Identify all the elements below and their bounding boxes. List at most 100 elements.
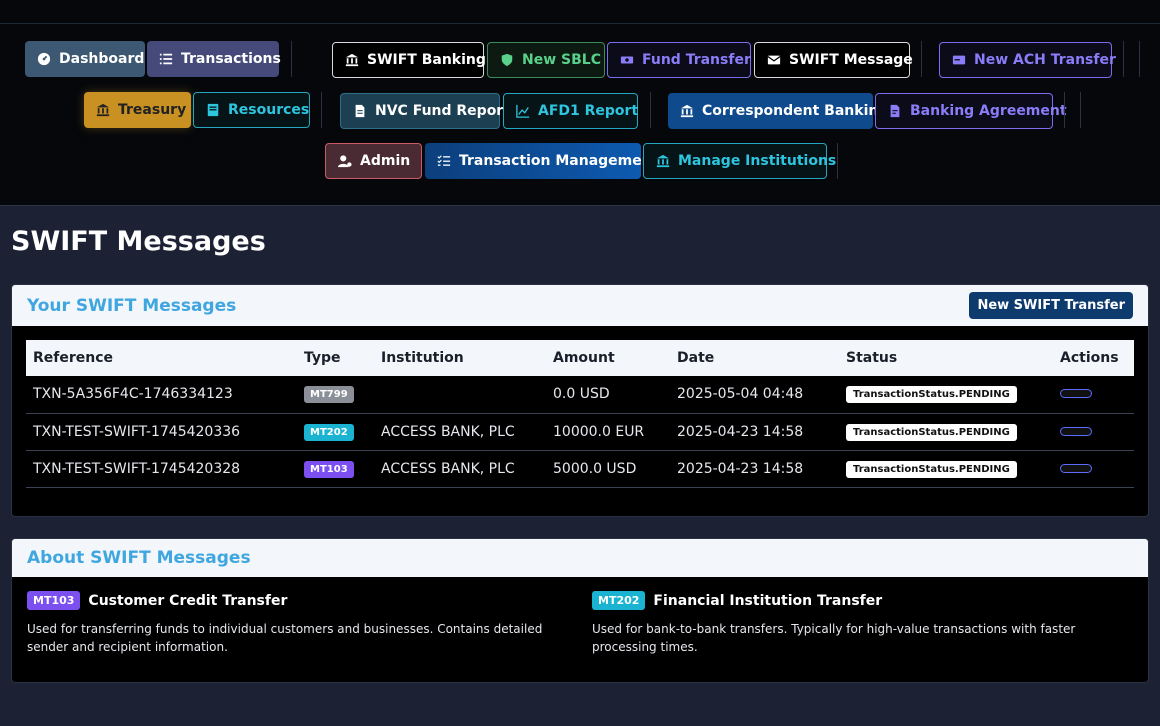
new-swift-transfer-button[interactable]: New SWIFT Transfer xyxy=(969,292,1133,319)
nav-dashboard-label: Dashboard xyxy=(59,51,145,67)
date-cell: 2025-05-04 04:48 xyxy=(670,376,839,414)
view-action-button[interactable] xyxy=(1060,463,1092,473)
nav-treasury-button[interactable]: Treasury xyxy=(84,92,191,128)
reference-cell: TXN-TEST-SWIFT-1745420336 xyxy=(26,413,297,451)
nav-dashboard-button[interactable]: Dashboard xyxy=(25,41,145,77)
shield-icon xyxy=(500,52,514,68)
table-row: TXN-5A356F4C-1746334123 MT799 0.0 USD 20… xyxy=(26,376,1134,414)
nav-swift-banking-button[interactable]: SWIFT Banking xyxy=(332,42,486,78)
envelope-icon xyxy=(767,52,781,68)
nav-correspondent-banking-button[interactable]: Correspondent Banking xyxy=(668,93,888,129)
actions-cell xyxy=(1053,376,1134,414)
date-cell: 2025-04-23 14:58 xyxy=(670,413,839,451)
nav-new-sblc-button[interactable]: New SBLC xyxy=(487,42,605,78)
reference-cell: TXN-5A356F4C-1746334123 xyxy=(26,376,297,414)
type-cell: MT202 xyxy=(297,413,374,451)
nav-divider xyxy=(1123,41,1124,77)
about-item-description: Used for bank-to-bank transfers. Typical… xyxy=(592,622,1076,654)
institution-cell xyxy=(374,376,546,414)
nav-transaction-management-button[interactable]: Transaction Management xyxy=(425,143,658,179)
page-title: SWIFT Messages xyxy=(11,226,266,257)
about-item-heading: Financial Institution Transfer xyxy=(653,592,883,609)
message-type-badge: MT202 xyxy=(304,423,354,441)
nav-divider xyxy=(837,143,838,179)
nav-treasury-label: Treasury xyxy=(118,102,187,118)
nav-fund-transfer-label: Fund Transfer xyxy=(642,52,751,68)
amount-cell: 5000.0 USD xyxy=(546,450,670,488)
bank-icon xyxy=(680,103,694,119)
amount-cell: 10000.0 EUR xyxy=(546,413,670,451)
file-contract-icon xyxy=(888,103,902,119)
book-icon xyxy=(206,102,220,118)
about-item-heading: Customer Credit Transfer xyxy=(88,592,288,609)
nav-admin-label: Admin xyxy=(360,153,411,169)
table-row: TXN-TEST-SWIFT-1745420336 MT202 ACCESS B… xyxy=(26,413,1134,451)
nav-divider xyxy=(650,92,651,128)
view-action-button[interactable] xyxy=(1060,426,1092,436)
actions-cell xyxy=(1053,450,1134,488)
about-swift-messages-card: About SWIFT Messages MT103 Customer Cred… xyxy=(11,538,1149,683)
top-bar xyxy=(0,0,1160,24)
nav-fund-transfer-button[interactable]: Fund Transfer xyxy=(607,42,751,78)
gauge-icon xyxy=(37,51,51,67)
date-cell: 2025-04-23 14:58 xyxy=(670,450,839,488)
type-cell: MT799 xyxy=(297,376,374,414)
nav-afd1-report-button[interactable]: AFD1 Report xyxy=(503,93,638,129)
nav-banking-agreement-label: Banking Agreement xyxy=(910,103,1067,119)
status-cell: TransactionStatus.PENDING xyxy=(839,376,1053,414)
tasks-icon xyxy=(437,153,451,169)
status-badge: TransactionStatus.PENDING xyxy=(846,423,1017,441)
column-header: Actions xyxy=(1060,350,1119,366)
card-title: About SWIFT Messages xyxy=(27,548,251,568)
nav-resources-button[interactable]: Resources xyxy=(193,92,310,128)
nav-admin-button[interactable]: Admin xyxy=(325,143,422,179)
status-badge: TransactionStatus.PENDING xyxy=(846,386,1017,404)
user-cog-icon xyxy=(338,153,352,169)
chart-line-icon xyxy=(516,103,530,119)
nav-manage-institutions-button[interactable]: Manage Institutions xyxy=(643,143,836,179)
nav-divider xyxy=(291,41,292,77)
nav-transaction-management-label: Transaction Management xyxy=(459,153,659,169)
status-badge: TransactionStatus.PENDING xyxy=(846,460,1017,478)
bank-icon xyxy=(345,52,359,68)
nav-transactions-button[interactable]: Transactions xyxy=(147,41,281,77)
nav-new-ach-transfer-button[interactable]: New ACH Transfer xyxy=(939,42,1116,78)
bank-icon xyxy=(656,153,670,169)
card-header: About SWIFT Messages xyxy=(12,539,1148,577)
about-item-mt103: MT103 Customer Credit Transfer Used for … xyxy=(27,591,562,656)
type-cell: MT103 xyxy=(297,450,374,488)
about-item-title: MT103 Customer Credit Transfer xyxy=(27,591,562,610)
status-cell: TransactionStatus.PENDING xyxy=(839,450,1053,488)
column-header: Status xyxy=(846,350,898,366)
nav-nvc-fund-report-button[interactable]: NVC Fund Report xyxy=(340,93,510,129)
message-type-badge: MT202 xyxy=(592,591,646,610)
table-row: TXN-TEST-SWIFT-1745420328 MT103 ACCESS B… xyxy=(26,450,1134,488)
institution-cell: ACCESS BANK, PLC xyxy=(374,413,546,451)
table-header-row: Reference Type Institution Amount Date S… xyxy=(26,340,1134,376)
nav-divider xyxy=(921,41,922,77)
swift-messages-table: Reference Type Institution Amount Date S… xyxy=(26,340,1134,488)
nav-nvc-fund-report-label: NVC Fund Report xyxy=(375,103,510,119)
nav-divider xyxy=(1080,92,1081,128)
nav-swift-message-label: SWIFT Message xyxy=(789,52,913,68)
nav-resources-label: Resources xyxy=(228,102,310,118)
status-cell: TransactionStatus.PENDING xyxy=(839,413,1053,451)
about-item-title: MT202 Financial Institution Transfer xyxy=(592,591,1127,610)
view-action-button[interactable] xyxy=(1060,389,1092,399)
reference-cell: TXN-TEST-SWIFT-1745420328 xyxy=(26,450,297,488)
about-content: MT103 Customer Credit Transfer Used for … xyxy=(12,577,1148,682)
main-navigation: Dashboard Transactions SWIFT Banking New… xyxy=(0,24,1160,206)
column-header: Institution xyxy=(381,350,464,366)
card-header: Your SWIFT Messages New SWIFT Transfer xyxy=(12,285,1148,326)
column-header: Amount xyxy=(553,350,615,366)
nav-banking-agreement-button[interactable]: Banking Agreement xyxy=(875,93,1067,129)
bank-icon xyxy=(96,102,110,118)
money-check-icon xyxy=(952,52,966,68)
nav-swift-banking-label: SWIFT Banking xyxy=(367,52,486,68)
column-header: Reference xyxy=(33,350,114,366)
nav-divider xyxy=(321,92,322,128)
nav-swift-message-button[interactable]: SWIFT Message xyxy=(754,42,913,78)
actions-cell xyxy=(1053,413,1134,451)
message-type-badge: MT103 xyxy=(304,460,354,478)
swift-messages-card: Your SWIFT Messages New SWIFT Transfer R… xyxy=(11,284,1149,517)
